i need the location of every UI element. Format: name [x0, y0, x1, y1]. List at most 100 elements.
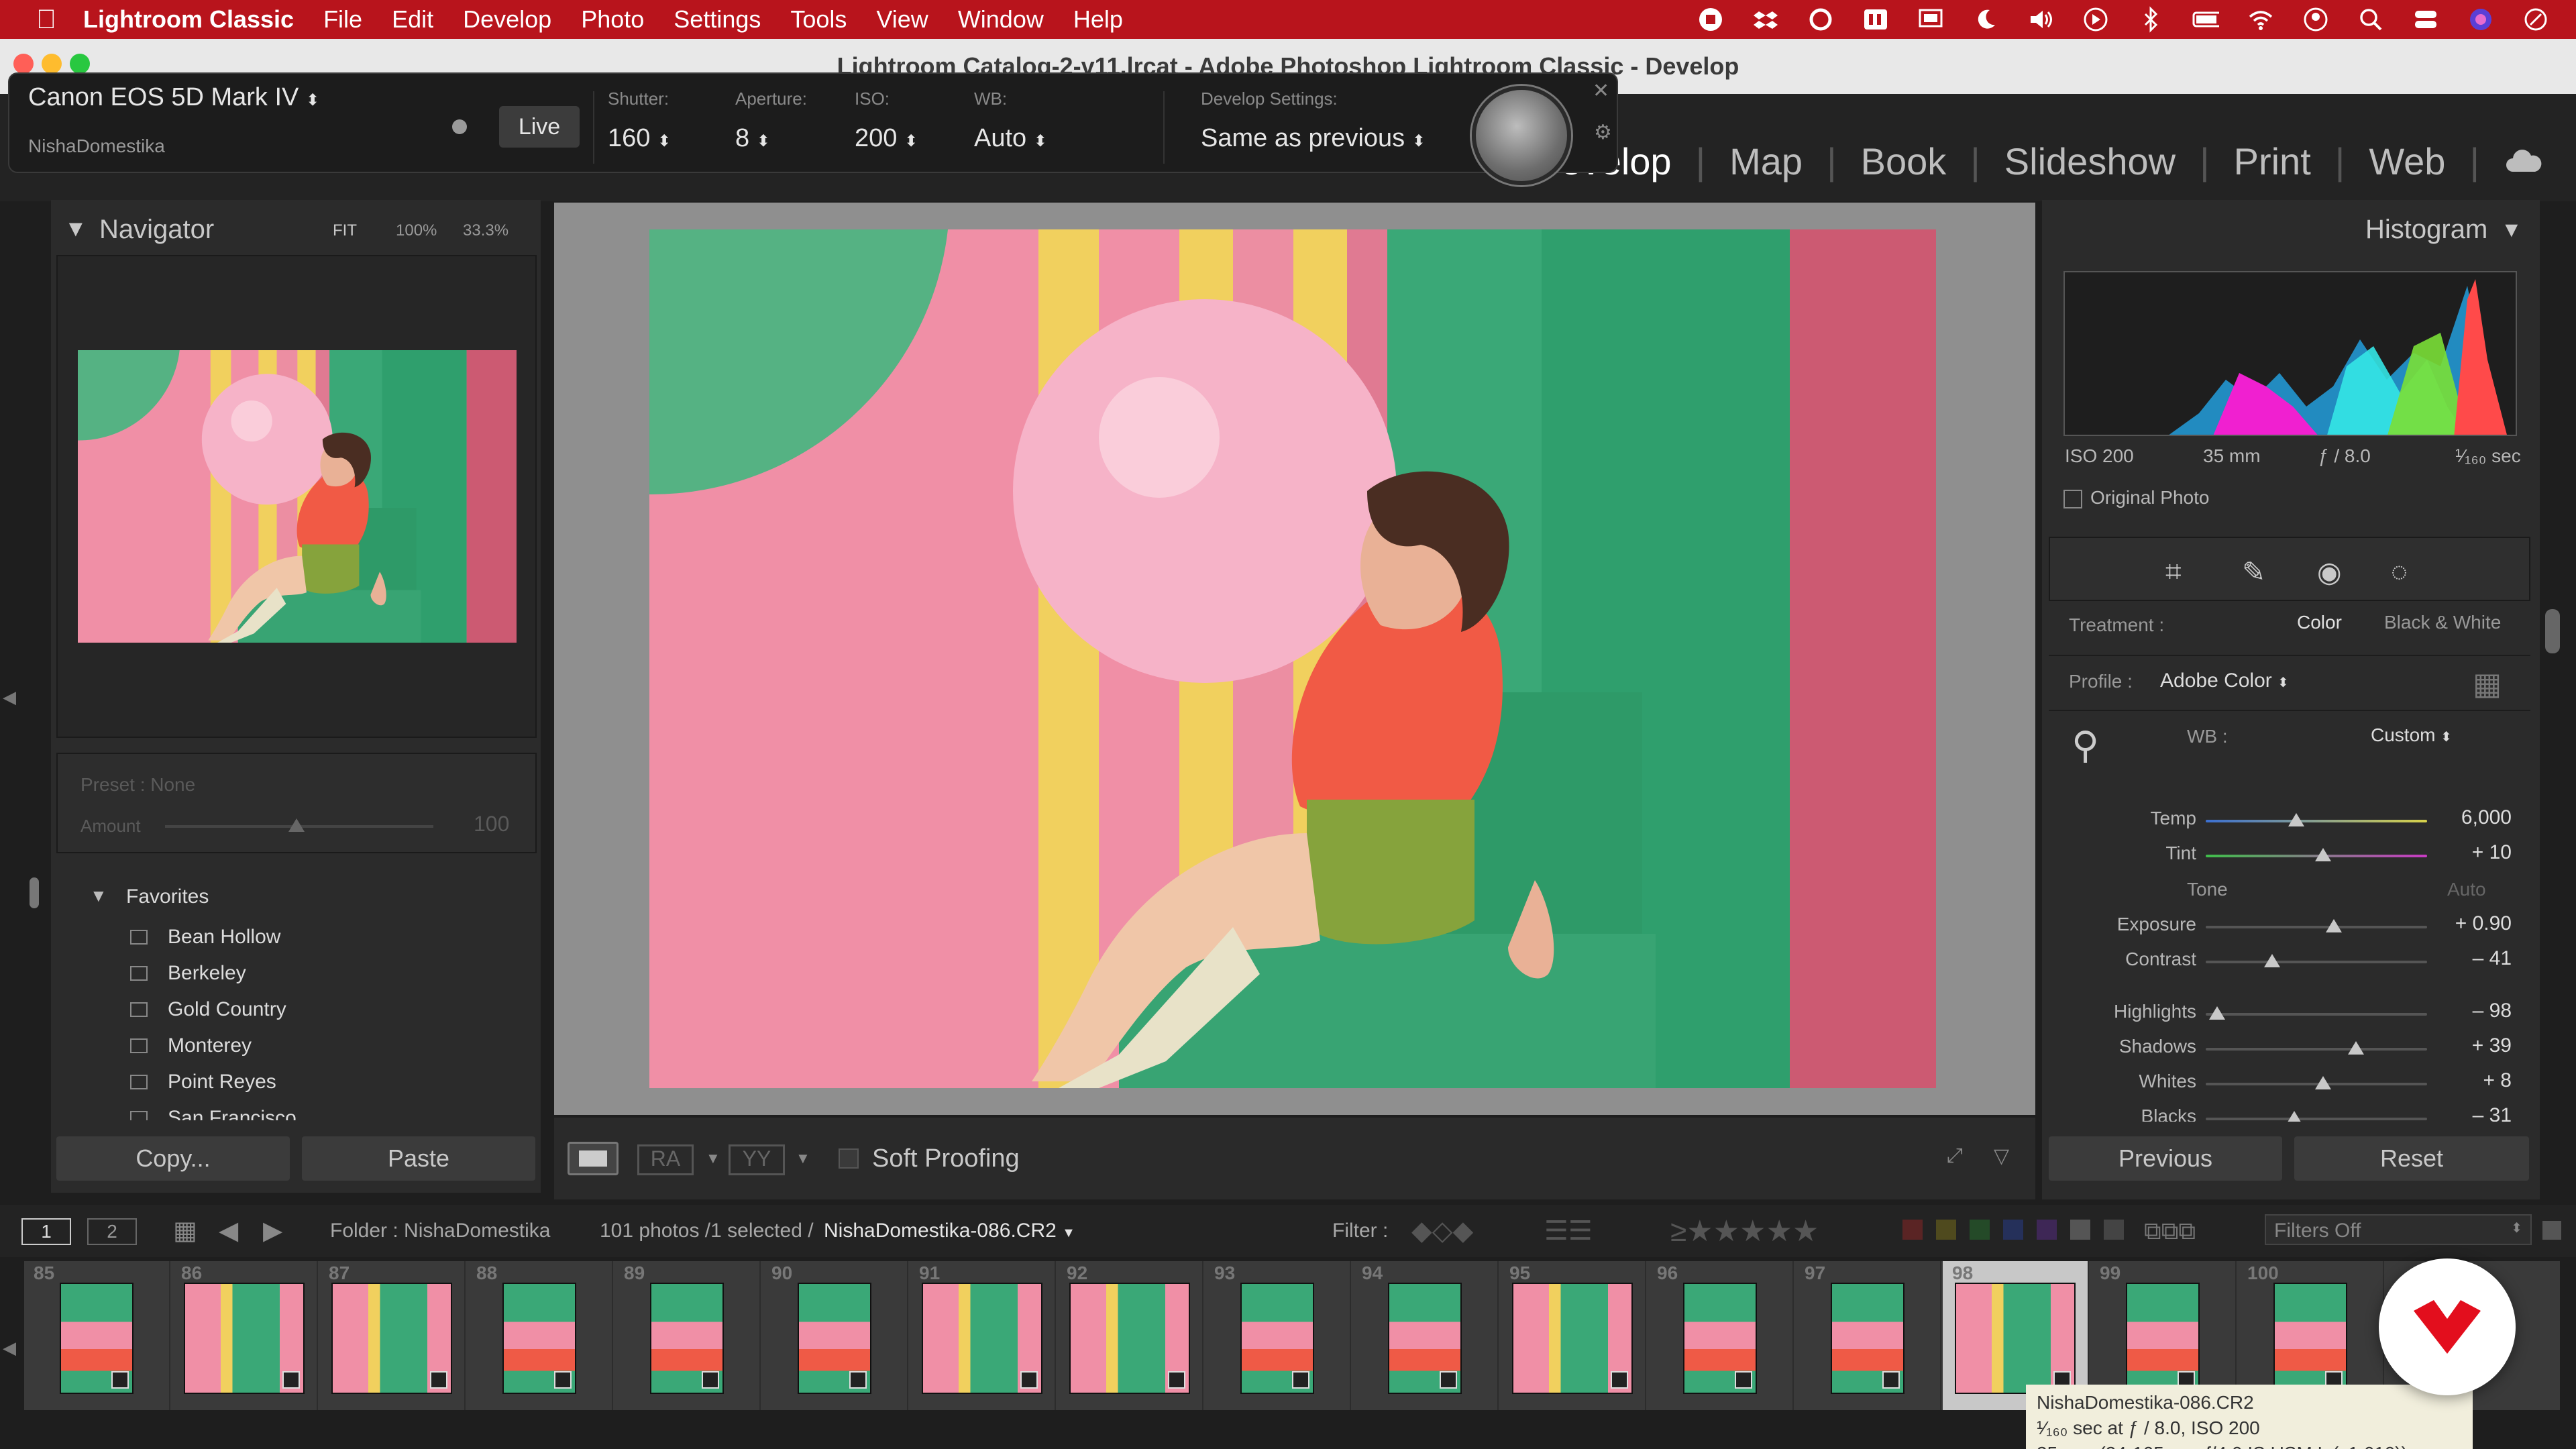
filmstrip-thumbnail[interactable]: 91 [910, 1261, 1056, 1410]
navigator-preview[interactable] [56, 255, 537, 738]
resize-icon[interactable]: ⤢ [1947, 1144, 1963, 1167]
bluetooth-icon[interactable] [2137, 6, 2164, 33]
chevron-down-icon[interactable]: ▼ [796, 1150, 810, 1167]
grid-icon[interactable]: ▦ [173, 1216, 197, 1246]
siri-icon[interactable] [2467, 6, 2494, 33]
second-window-button[interactable]: 2 [87, 1218, 137, 1245]
develop-badge-icon[interactable] [1882, 1371, 1900, 1389]
slider-thumb-contrast[interactable] [2264, 954, 2280, 967]
treatment-bw[interactable]: Black & White [2384, 612, 2501, 633]
develop-badge-icon[interactable] [430, 1371, 447, 1389]
copy-button[interactable]: Copy... [56, 1136, 290, 1181]
battery-icon[interactable] [2192, 6, 2219, 33]
develop-badge-icon[interactable] [554, 1371, 572, 1389]
color-label-none[interactable] [2070, 1220, 2090, 1240]
module-map[interactable]: Map [1729, 140, 1803, 183]
masking-icon[interactable]: ◌ [2391, 555, 2408, 588]
filmstrip-thumbnail[interactable]: 92 [1057, 1261, 1203, 1410]
slider-value-shadows[interactable]: + 39 [2424, 1034, 2512, 1057]
crop-icon[interactable]: ⌗ [2165, 555, 2182, 588]
slider-thumb-blacks[interactable] [2286, 1111, 2302, 1122]
menu-tools[interactable]: Tools [790, 5, 847, 34]
filmstrip-thumbnail[interactable]: 93 [1205, 1261, 1351, 1410]
user-icon[interactable] [2302, 6, 2329, 33]
loupe-view-icon[interactable] [568, 1142, 619, 1175]
navigator-toggle-icon[interactable]: ▼ [64, 216, 87, 242]
menu-view[interactable]: View [876, 5, 928, 34]
slider-value-highlights[interactable]: – 98 [2424, 1000, 2512, 1022]
preset-item[interactable]: Bean Hollow [130, 919, 533, 955]
cloud-icon[interactable] [2504, 140, 2544, 183]
preset-item[interactable]: San Francisco [130, 1100, 533, 1120]
develop-badge-icon[interactable] [1611, 1371, 1628, 1389]
develop-badge-icon[interactable] [1168, 1371, 1185, 1389]
camera-select[interactable]: Canon EOS 5D Mark IV ⬍ [28, 83, 319, 112]
zoom-fit[interactable]: FIT [333, 221, 357, 240]
color-label-blue[interactable] [2003, 1220, 2023, 1240]
develop-badge-icon[interactable] [849, 1371, 867, 1389]
menu-photo[interactable]: Photo [581, 5, 644, 34]
slider-value-blacks[interactable]: – 31 [2424, 1104, 2512, 1122]
color-label-yellow[interactable] [1936, 1220, 1956, 1240]
module-print[interactable]: Print [2234, 140, 2311, 183]
group-toggle-icon[interactable]: ▼ [90, 885, 107, 906]
healing-icon[interactable]: ✎ [2242, 555, 2265, 588]
wb-select[interactable]: Custom ⬍ [2371, 724, 2452, 746]
menu-settings[interactable]: Settings [674, 5, 761, 34]
filmstrip-thumbnail[interactable]: 88 [467, 1261, 613, 1410]
develop-badge-icon[interactable] [1292, 1371, 1309, 1389]
capture-button[interactable] [1472, 86, 1571, 185]
filmstrip-thumbnail[interactable]: 87 [319, 1261, 466, 1410]
previous-button[interactable]: Previous [2049, 1136, 2282, 1181]
iso-group[interactable]: ISO: 200 ⬍ [855, 89, 918, 153]
slider-thumb-exposure[interactable] [2326, 919, 2343, 932]
apple-icon[interactable]:  [36, 5, 56, 35]
color-label-red[interactable] [1902, 1220, 1923, 1240]
before-after-icon[interactable]: RA [637, 1144, 694, 1175]
paste-button[interactable]: Paste [302, 1136, 535, 1181]
slider-thumb-temp[interactable] [2288, 813, 2305, 826]
minimize-window-button[interactable] [42, 54, 62, 74]
control-center-icon[interactable] [2412, 6, 2439, 33]
slider-track-exposure[interactable] [2206, 926, 2427, 928]
forward-arrow-icon[interactable]: ▶ [263, 1216, 282, 1246]
menu-file[interactable]: File [323, 5, 362, 34]
profile-browser-icon[interactable]: ▦ [2473, 665, 2502, 702]
filmstrip-thumbnail[interactable]: 97 [1795, 1261, 1941, 1410]
aperture-group[interactable]: Aperture: 8 ⬍ [735, 89, 807, 153]
main-photo[interactable] [649, 229, 1936, 1088]
bi-icon[interactable] [1862, 6, 1889, 33]
current-file[interactable]: NishaDomestika-086.CR2 ▼ [824, 1220, 1075, 1242]
live-view-button[interactable]: Live [499, 106, 580, 148]
develop-badge-icon[interactable] [1440, 1371, 1457, 1389]
shutter-group[interactable]: Shutter: 160 ⬍ [608, 89, 671, 153]
close-icon[interactable]: ✕ [1593, 79, 1609, 103]
develop-badge-icon[interactable] [282, 1371, 300, 1389]
before-after-swap-icon[interactable]: YY [729, 1144, 785, 1175]
color-label-purple[interactable] [2037, 1220, 2057, 1240]
record-icon[interactable] [1697, 6, 1724, 33]
wifi-icon[interactable] [2247, 6, 2274, 33]
filmstrip-thumbnail[interactable]: 89 [614, 1261, 761, 1410]
star-filter-icon[interactable]: ≥★★★★★ [1670, 1214, 1819, 1248]
filter-presets-icon[interactable]: ⧉⧉⧉ [2144, 1217, 2196, 1246]
filmstrip-thumbnail[interactable]: 95 [1500, 1261, 1646, 1410]
left-scrollbar[interactable] [30, 877, 39, 908]
slider-track-temp[interactable] [2206, 820, 2427, 822]
develop-badge-icon[interactable] [1020, 1371, 1038, 1389]
filmstrip-lock-icon[interactable] [2542, 1221, 2561, 1240]
reset-button[interactable]: Reset [2294, 1136, 2529, 1181]
volume-icon[interactable] [2027, 6, 2054, 33]
develop-settings-group[interactable]: Develop Settings: Same as previous ⬍ [1201, 89, 1426, 153]
chevron-down-icon[interactable]: ▼ [706, 1150, 720, 1167]
develop-badge-icon[interactable] [702, 1371, 719, 1389]
preset-item[interactable]: Monterey [130, 1028, 533, 1064]
preset-item[interactable]: Point Reyes [130, 1064, 533, 1100]
color-label-filter[interactable] [1902, 1220, 2124, 1240]
filmstrip-thumbnail[interactable]: 94 [1352, 1261, 1499, 1410]
edit-filter-icon[interactable]: ☰☰ [1544, 1216, 1593, 1246]
slider-thumb-shadows[interactable] [2348, 1041, 2365, 1055]
right-scrollbar[interactable] [2545, 609, 2560, 653]
module-slideshow[interactable]: Slideshow [2004, 140, 2176, 183]
moon-icon[interactable] [1972, 6, 1999, 33]
